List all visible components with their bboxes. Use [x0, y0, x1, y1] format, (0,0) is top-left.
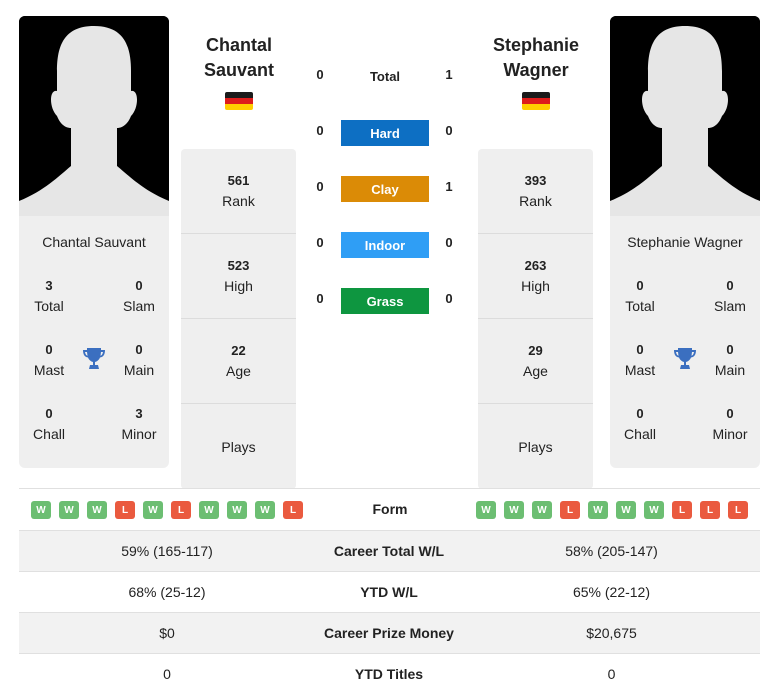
- germany-flag-icon: [225, 92, 253, 110]
- surface-indoor-button[interactable]: Indoor: [341, 232, 429, 258]
- table-row: 68% (25-12) YTD W/L 65% (22-12): [19, 571, 760, 612]
- player1-titles-main: 0 Main: [123, 342, 155, 378]
- form-loss-badge[interactable]: L: [560, 501, 580, 519]
- row-label: YTD W/L: [360, 584, 418, 600]
- form-win-badge[interactable]: W: [616, 501, 636, 519]
- player1-value: 0: [163, 666, 171, 682]
- table-row: 59% (165-117) Career Total W/L 58% (205-…: [19, 530, 760, 571]
- form-win-badge[interactable]: W: [255, 501, 275, 519]
- surface-grass-button[interactable]: Grass: [341, 288, 429, 314]
- player2-plays: Plays: [518, 438, 553, 455]
- player2-photo: [610, 16, 760, 216]
- player1-titles-total: 3 Total: [34, 278, 64, 314]
- form-row: WWWLWLWWWL Form WWWLWWWLLL: [19, 488, 760, 530]
- form-label: Form: [372, 501, 408, 517]
- player2-value: 58% (205-147): [565, 543, 658, 559]
- form-win-badge[interactable]: W: [588, 501, 608, 519]
- form-win-badge[interactable]: W: [644, 501, 664, 519]
- player2-titles-mast: 0 Mast: [624, 342, 656, 378]
- form-win-badge[interactable]: W: [532, 501, 552, 519]
- form-loss-badge[interactable]: L: [283, 501, 303, 519]
- row-label: Career Prize Money: [324, 625, 454, 641]
- form-loss-badge[interactable]: L: [728, 501, 748, 519]
- player2-age: 29 Age: [478, 319, 593, 404]
- player2-high: 263 High: [478, 234, 593, 319]
- player1-titles-mast: 0 Mast: [33, 342, 65, 378]
- player1-full-name: Chantal Sauvant: [42, 234, 146, 250]
- h2h-total-p2: 1: [445, 67, 453, 82]
- form-win-badge[interactable]: W: [87, 501, 107, 519]
- silhouette-icon: [19, 16, 169, 216]
- row-label: Career Total W/L: [333, 543, 445, 559]
- player1-titles-minor: 3 Minor: [121, 406, 157, 442]
- player2-rank-box: 393 Rank 263 High 29 Age Plays: [478, 149, 593, 489]
- form-win-badge[interactable]: W: [476, 501, 496, 519]
- player1-photo: [19, 16, 169, 216]
- player1-titles-slam: 0 Slam: [123, 278, 155, 314]
- silhouette-icon: [610, 16, 760, 216]
- player2-titles-chall: 0 Chall: [624, 406, 656, 442]
- player1-value: 68% (25-12): [128, 584, 206, 600]
- player1-rank: 561 Rank: [181, 149, 296, 234]
- player2-rank: 393 Rank: [478, 149, 593, 234]
- player2-value: 0: [607, 666, 616, 682]
- player1-titles-card: Chantal Sauvant 3 Total 0 Slam 0 Mast 0 Main…: [19, 216, 169, 468]
- player1-titles-chall: 0 Chall: [33, 406, 65, 442]
- h2h-hard-p2: 0: [445, 123, 453, 138]
- player1-value: $0: [159, 625, 175, 641]
- player2-name[interactable]: Stephanie Wagner: [461, 33, 611, 83]
- form-win-badge[interactable]: W: [199, 501, 219, 519]
- player2-titles-card: Stephanie Wagner 0 Total 0 Slam 0 Mast 0 Mai…: [610, 216, 760, 468]
- germany-flag-icon: [522, 92, 550, 110]
- player1-high: 523 High: [181, 234, 296, 319]
- h2h-hard-p1: 0: [316, 123, 324, 138]
- form-win-badge[interactable]: W: [59, 501, 79, 519]
- player1-value: 59% (165-117): [121, 543, 213, 559]
- player1-age: 22 Age: [181, 319, 296, 404]
- h2h-grass-p2: 0: [445, 291, 453, 306]
- form-loss-badge[interactable]: L: [115, 501, 135, 519]
- player2-full-name: Stephanie Wagner: [627, 234, 743, 250]
- h2h-clay-p1: 0: [316, 179, 324, 194]
- h2h-total-label: Total: [369, 69, 401, 84]
- player1-rank-box: 561 Rank 523 High 22 Age Plays: [181, 149, 296, 489]
- h2h-clay-p2: 1: [445, 179, 453, 194]
- table-row: $0 Career Prize Money $20,675: [19, 612, 760, 653]
- h2h-indoor-p2: 0: [445, 235, 453, 250]
- form-loss-badge[interactable]: L: [171, 501, 191, 519]
- form-win-badge[interactable]: W: [504, 501, 524, 519]
- table-row: 0 YTD Titles 0: [19, 653, 760, 694]
- trophy-icon: [672, 346, 698, 372]
- player1-name[interactable]: Chantal Sauvant: [164, 33, 314, 83]
- form-loss-badge[interactable]: L: [700, 501, 720, 519]
- form-loss-badge[interactable]: L: [672, 501, 692, 519]
- h2h-indoor-p1: 0: [316, 235, 324, 250]
- player1-plays: Plays: [221, 438, 256, 455]
- player2-titles-main: 0 Main: [714, 342, 746, 378]
- form-win-badge[interactable]: W: [31, 501, 51, 519]
- form-win-badge[interactable]: W: [227, 501, 247, 519]
- h2h-grass-p1: 0: [316, 291, 324, 306]
- player2-titles-minor: 0 Minor: [712, 406, 748, 442]
- h2h-total-p1: 0: [316, 67, 324, 82]
- player2-titles-total: 0 Total: [625, 278, 655, 314]
- trophy-icon: [81, 346, 107, 372]
- player2-value: 65% (22-12): [572, 584, 651, 600]
- surface-hard-button[interactable]: Hard: [341, 120, 429, 146]
- surface-clay-button[interactable]: Clay: [341, 176, 429, 202]
- row-label: YTD Titles: [354, 666, 424, 682]
- player2-titles-slam: 0 Slam: [714, 278, 746, 314]
- form-win-badge[interactable]: W: [143, 501, 163, 519]
- player2-value: $20,675: [586, 625, 637, 641]
